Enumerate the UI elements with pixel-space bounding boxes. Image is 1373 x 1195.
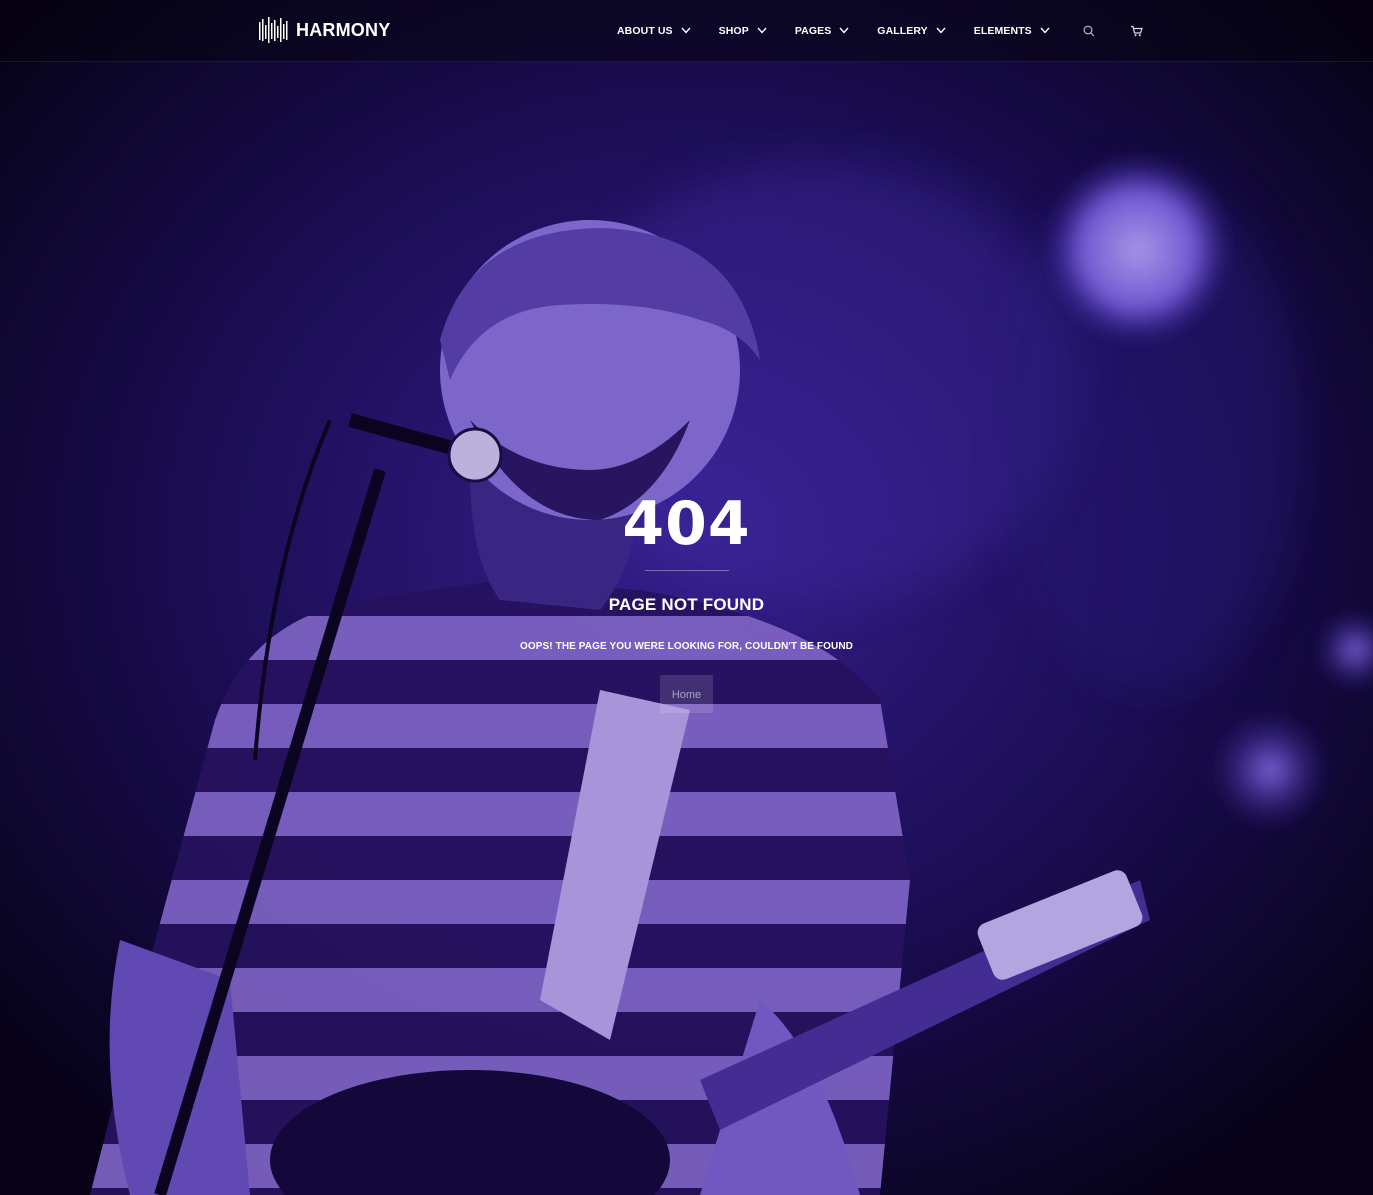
- nav-item-label: PAGES: [794, 24, 832, 37]
- nav-item-label: GALLERY: [877, 24, 928, 37]
- logo-icon: [259, 17, 288, 43]
- search-button[interactable]: [1082, 24, 1096, 38]
- nav-item-gallery[interactable]: GALLERY: [877, 0, 946, 61]
- error-message: OOPS! THE PAGE YOU WERE LOOKING FOR, COU…: [520, 641, 853, 652]
- divider: [644, 570, 729, 571]
- cart-button[interactable]: [1130, 24, 1144, 38]
- brand-logo[interactable]: HARMONY: [258, 16, 390, 44]
- error-code: 404: [622, 489, 751, 559]
- cart-icon: [1131, 25, 1144, 36]
- nav-item-label: SHOP: [718, 24, 749, 37]
- brand-name: HARMONY: [296, 19, 391, 40]
- nav-item-pages[interactable]: PAGES: [795, 0, 849, 61]
- main-nav: ABOUT US SHOP PAGES GALLERY ELEMENTS: [617, 0, 1144, 61]
- chevron-down-icon: [936, 27, 946, 34]
- nav-item-shop[interactable]: SHOP: [719, 0, 767, 61]
- chevron-down-icon: [757, 27, 767, 34]
- chevron-down-icon: [681, 27, 691, 34]
- nav-item-about-us[interactable]: ABOUT US: [617, 0, 691, 61]
- error-title: PAGE NOT FOUND: [608, 595, 765, 614]
- nav-item-label: ABOUT US: [617, 24, 673, 37]
- chevron-down-icon: [1040, 27, 1050, 34]
- search-icon: [1083, 25, 1095, 36]
- nav-item-elements[interactable]: ELEMENTS: [974, 0, 1050, 61]
- error-content: 404 PAGE NOT FOUND OOPS! THE PAGE YOU WE…: [0, 490, 1373, 713]
- home-button[interactable]: Home: [660, 675, 713, 713]
- chevron-down-icon: [839, 27, 849, 34]
- nav-item-label: ELEMENTS: [973, 24, 1032, 37]
- site-header: HARMONY ABOUT US SHOP PAGES GALLERY ELEM…: [0, 0, 1373, 62]
